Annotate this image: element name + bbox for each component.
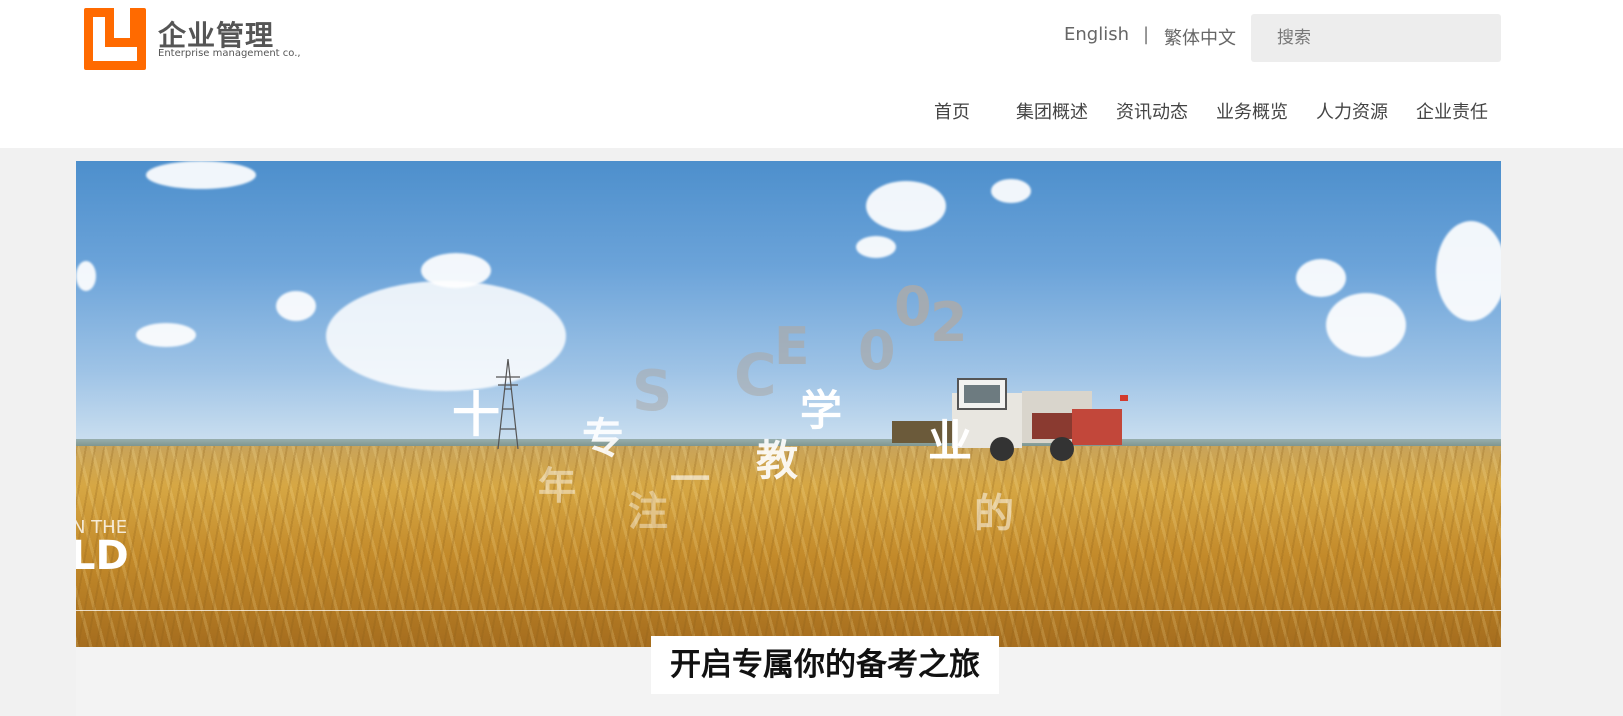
cloud xyxy=(421,253,491,288)
site-header: 企业管理 Enterprise management co., English … xyxy=(0,0,1623,148)
overlay-char: 0 xyxy=(894,275,932,338)
overlay-char: 一 xyxy=(670,457,710,503)
hero-banner[interactable]: 十 专 学 业 教 年 注 一 的 S C E 0 0 2 N THE LD xyxy=(76,161,1501,647)
logo[interactable]: 企业管理 Enterprise management co., xyxy=(80,8,301,70)
cloud xyxy=(146,161,256,189)
nav-item-home[interactable]: 首页 xyxy=(934,98,970,124)
nav-item-hr[interactable]: 人力资源 xyxy=(1316,98,1388,124)
lang-english-link[interactable]: English xyxy=(1064,24,1129,45)
overlay-char: C xyxy=(734,341,777,409)
overlay-char: 学 xyxy=(800,386,843,435)
cloud xyxy=(1296,259,1346,297)
overlay-char: 教 xyxy=(756,436,799,485)
cloud xyxy=(1436,221,1501,321)
cloud xyxy=(866,181,946,231)
nav-item-business[interactable]: 业务概览 xyxy=(1216,98,1288,124)
cloud xyxy=(1326,293,1406,357)
overlay-char: 业 xyxy=(928,416,972,467)
main-nav: 首页 集团概述 资讯动态 业务概览 人力资源 企业责任 xyxy=(0,98,1623,124)
logo-mark-icon xyxy=(84,8,146,70)
cloud xyxy=(276,291,316,321)
cloud xyxy=(326,281,566,391)
logo-subtitle: Enterprise management co., xyxy=(158,48,301,59)
overlay-char: S xyxy=(632,359,673,424)
cloud xyxy=(856,236,896,258)
lang-traditional-chinese-link[interactable]: 繁体中文 xyxy=(1164,24,1236,50)
nav-item-news[interactable]: 资讯动态 xyxy=(1116,98,1188,124)
cloud xyxy=(76,261,96,291)
overlay-char: 0 xyxy=(858,319,896,382)
overlay-char: 2 xyxy=(930,291,968,354)
overlay-char: 的 xyxy=(974,491,1014,537)
lang-separator: | xyxy=(1143,24,1150,45)
banner-divider-line xyxy=(76,610,1501,611)
overlay-char: 十 xyxy=(452,387,501,443)
overlay-char: 注 xyxy=(628,489,668,535)
overlay-char: 年 xyxy=(538,464,577,508)
nav-item-group-overview[interactable]: 集团概述 xyxy=(1016,98,1088,124)
nav-item-responsibility[interactable]: 企业责任 xyxy=(1416,98,1488,124)
corner-caption-large: LD xyxy=(76,533,129,579)
banner-tagline: 开启专属你的备考之旅 xyxy=(651,636,999,694)
overlay-char: E xyxy=(774,317,810,377)
cloud xyxy=(991,179,1031,203)
cloud xyxy=(136,323,196,347)
overlay-char: 专 xyxy=(582,414,625,463)
search-input[interactable] xyxy=(1251,14,1501,62)
